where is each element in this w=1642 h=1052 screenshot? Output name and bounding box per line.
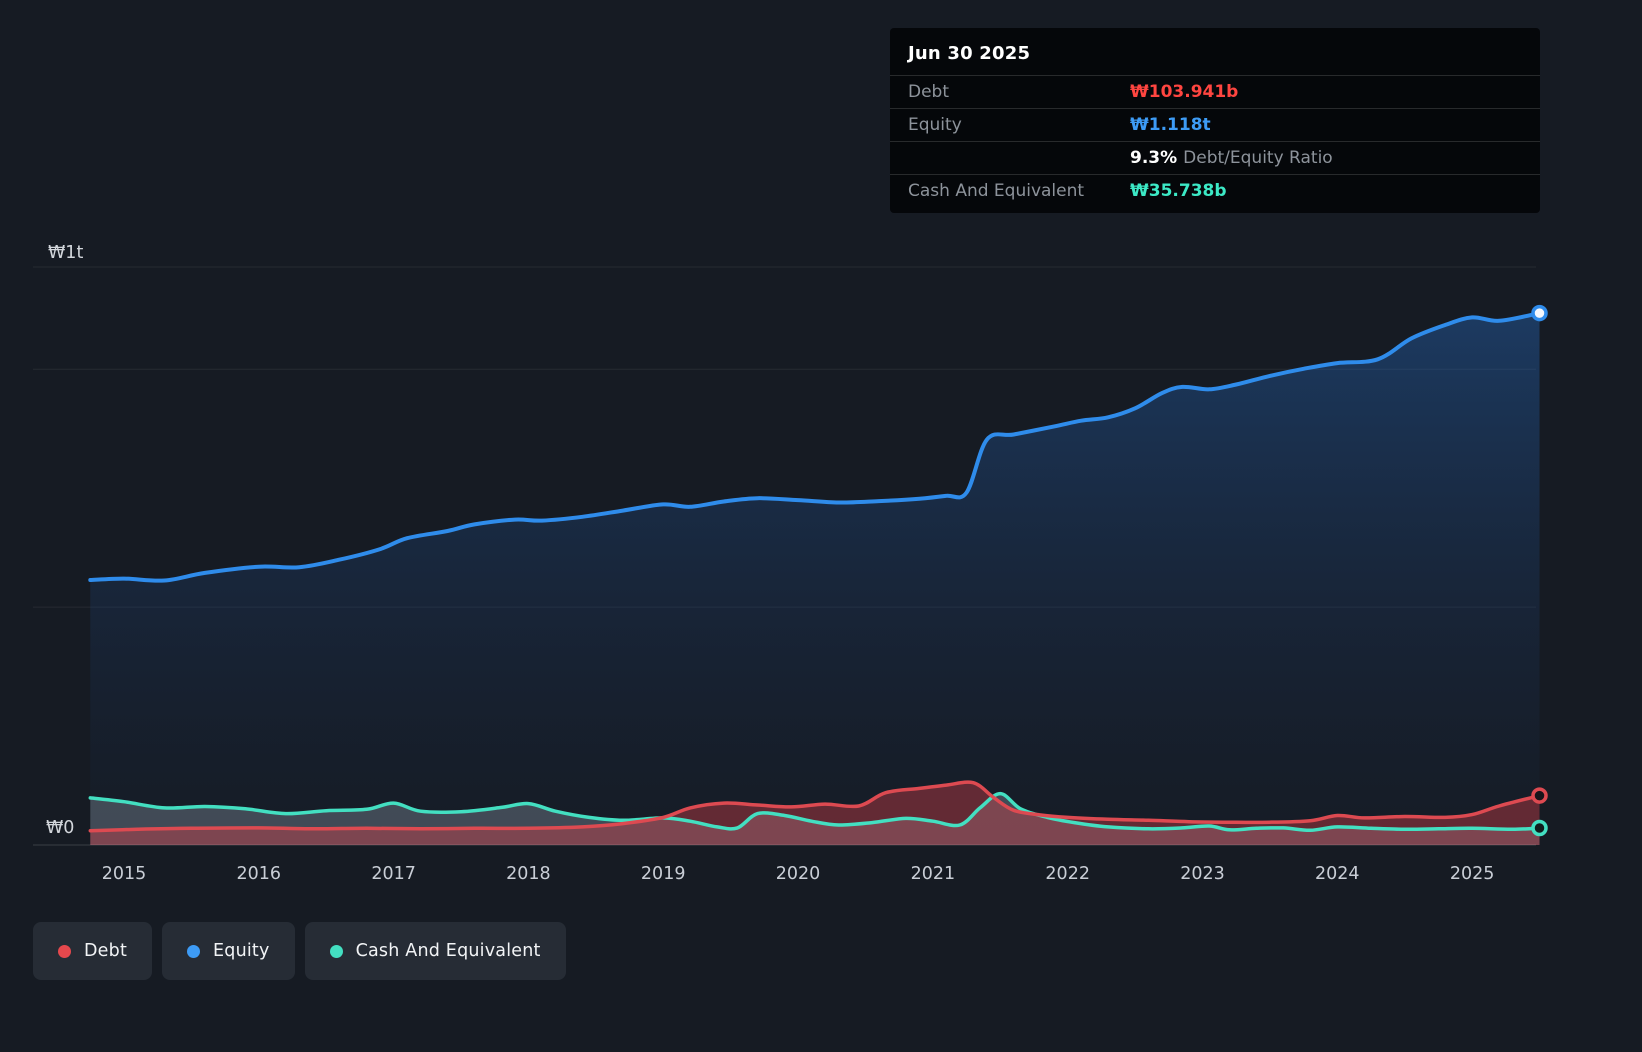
tooltip-date: Jun 30 2025 [890,28,1540,75]
legend-item-debt[interactable]: Debt [33,922,152,980]
tooltip-row-ratio: 9.3% Debt/Equity Ratio [890,141,1540,174]
legend-cash-label: Cash And Equivalent [356,941,541,961]
tooltip-row-debt: Debt ₩103.941b [890,75,1540,108]
legend-item-cash[interactable]: Cash And Equivalent [305,922,566,980]
x-tick-2019: 2019 [641,864,686,884]
equity-dot-icon [187,945,200,958]
tooltip-ratio-percent: 9.3% [1130,148,1177,168]
cash-dot-icon [330,945,343,958]
tooltip-cash-value: ₩35.738b [1130,181,1522,201]
debt-equity-history-chart-page: ₩1t₩020152016201720182019202020212022202… [0,0,1642,1052]
chart-legend: Debt Equity Cash And Equivalent [33,922,566,980]
x-tick-2024: 2024 [1315,864,1360,884]
x-tick-2023: 2023 [1180,864,1225,884]
legend-equity-label: Equity [213,941,270,961]
legend-debt-label: Debt [84,941,127,961]
tooltip-equity-value: ₩1.118t [1130,115,1522,135]
tooltip-row-equity: Equity ₩1.118t [890,108,1540,141]
tooltip-cash-label: Cash And Equivalent [908,181,1130,201]
tooltip-row-cash: Cash And Equivalent ₩35.738b [890,174,1540,207]
legend-item-equity[interactable]: Equity [162,922,295,980]
chart-plot-area[interactable] [33,267,1536,845]
chart-tooltip: Jun 30 2025 Debt ₩103.941b Equity ₩1.118… [890,28,1540,213]
debt-dot-icon [58,945,71,958]
tooltip-ratio-value: 9.3% Debt/Equity Ratio [1130,148,1522,168]
x-tick-2020: 2020 [776,864,821,884]
y-label-1t: ₩1t [48,243,83,263]
tooltip-equity-label: Equity [908,115,1130,135]
tooltip-debt-label: Debt [908,82,1130,102]
x-tick-2022: 2022 [1045,864,1090,884]
x-tick-2025: 2025 [1450,864,1495,884]
x-tick-2016: 2016 [237,864,282,884]
tooltip-ratio-text: Debt/Equity Ratio [1183,148,1333,168]
x-tick-2018: 2018 [506,864,551,884]
x-tick-2015: 2015 [102,864,147,884]
x-tick-2021: 2021 [911,864,956,884]
tooltip-debt-value: ₩103.941b [1130,82,1522,102]
x-tick-2017: 2017 [371,864,416,884]
